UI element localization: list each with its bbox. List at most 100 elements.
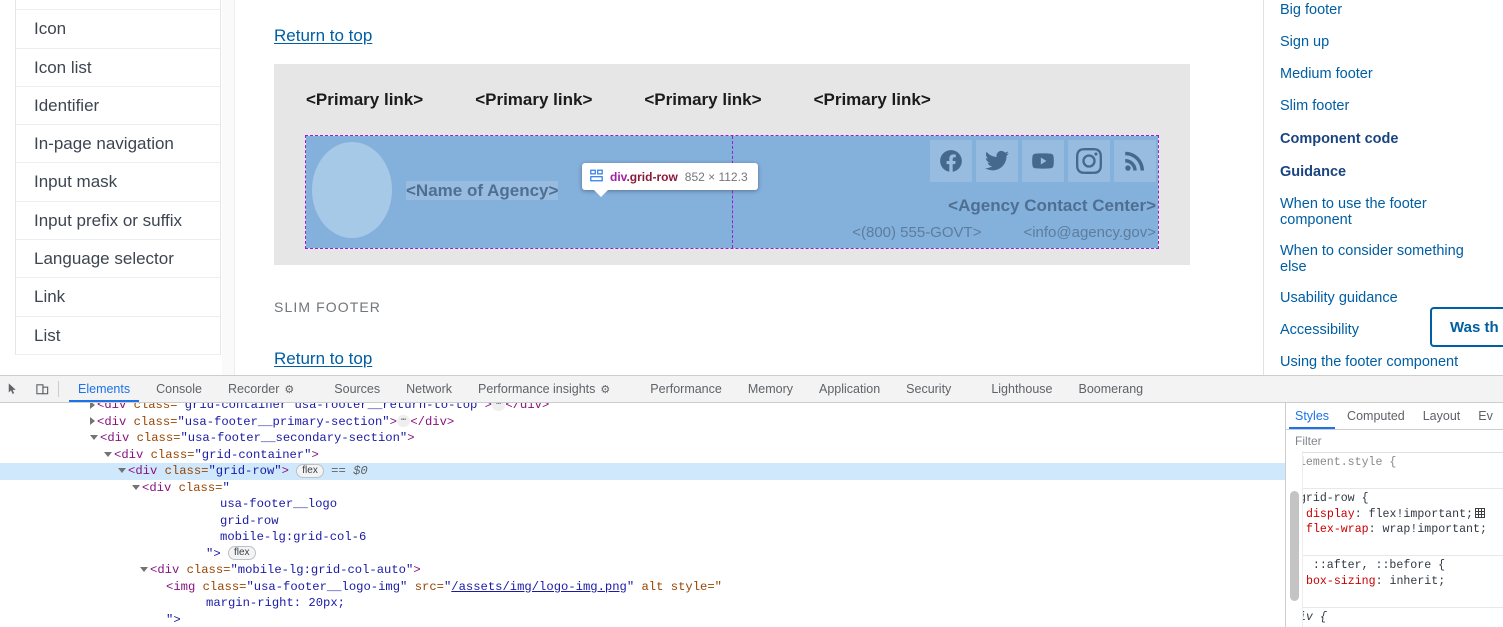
src-link[interactable]: /assets/img/logo-img.png: [451, 580, 627, 594]
rail-item-when-to-use[interactable]: When to use the footer component: [1264, 196, 1503, 228]
agency-name-text: <Name of Agency>: [406, 181, 559, 200]
collapse-triangle-icon[interactable]: [104, 451, 112, 457]
collapse-triangle-icon[interactable]: [140, 567, 148, 573]
flex-badge[interactable]: flex: [227, 546, 256, 561]
rail-item-medium-footer[interactable]: Medium footer: [1264, 66, 1503, 82]
expand-triangle-icon[interactable]: [90, 403, 95, 409]
dom-line[interactable]: <div class="usa-footer__secondary-sectio…: [0, 430, 1285, 447]
tab-performance-insights[interactable]: Performance insights ⚙: [465, 376, 623, 402]
sidebar-item-language-selector[interactable]: Language selector: [16, 240, 220, 279]
dom-line[interactable]: <div class="grid-container usa-footer__r…: [0, 403, 1285, 414]
primary-link-1[interactable]: <Primary link>: [306, 90, 423, 110]
css-rule-div[interactable]: div {: [1286, 608, 1503, 627]
rail-item-guidance[interactable]: Guidance: [1264, 164, 1503, 180]
dom-line-class-token[interactable]: mobile-lg:grid-col-6: [0, 529, 1285, 546]
tab-styles[interactable]: Styles: [1286, 403, 1338, 429]
primary-link-2[interactable]: <Primary link>: [475, 90, 592, 110]
rail-item-component-code[interactable]: Component code: [1264, 131, 1503, 147]
sidebar-item-header[interactable]: Header: [16, 0, 220, 11]
social-links-row: [930, 140, 1156, 182]
dom-line-class-token[interactable]: grid-row: [0, 513, 1285, 530]
twitter-icon[interactable]: [976, 140, 1018, 182]
tab-label: Lighthouse: [991, 382, 1053, 396]
tab-label: Security: [906, 382, 952, 396]
css-rule-element-style[interactable]: element.style { }: [1286, 453, 1503, 489]
flex-badge[interactable]: flex: [296, 463, 324, 478]
tab-computed[interactable]: Computed: [1338, 403, 1414, 429]
return-to-top-link-slim[interactable]: Return to top: [274, 349, 372, 369]
grid-overlay-toggle-icon[interactable]: [1475, 507, 1485, 518]
sidebar-item-list[interactable]: List: [16, 317, 220, 355]
rail-item-when-to-consider[interactable]: When to consider something else: [1264, 243, 1503, 275]
instagram-icon[interactable]: [1068, 140, 1110, 182]
tab-elements[interactable]: Elements: [65, 376, 143, 402]
device-toolbar-icon[interactable]: [28, 376, 56, 402]
collapse-triangle-icon[interactable]: [90, 435, 98, 441]
tab-label: Styles: [1295, 409, 1330, 423]
dom-line-class-token[interactable]: usa-footer__logo: [0, 496, 1285, 513]
toolbar-divider: [58, 381, 59, 397]
collapsed-children-icon[interactable]: ⋯: [491, 403, 506, 411]
tab-event-listeners[interactable]: Ev: [1469, 403, 1502, 429]
dom-tree[interactable]: <div class="grid-container usa-footer__r…: [0, 403, 1285, 627]
tab-layout[interactable]: Layout: [1414, 403, 1470, 429]
sidebar-item-label: In-page navigation: [34, 134, 174, 154]
sidebar-item-input-prefix-or-suffix[interactable]: Input prefix or suffix: [16, 202, 220, 241]
dom-line[interactable]: <img class="usa-footer__logo-img" src="/…: [0, 579, 1285, 596]
css-rule-grid-row[interactable]: .grid-row { display: flex!important; fle…: [1286, 489, 1503, 556]
agency-phone[interactable]: <(800) 555-GOVT>: [852, 224, 981, 241]
dom-tree-scrollbar[interactable]: [1275, 403, 1285, 627]
collapse-triangle-icon[interactable]: [118, 468, 126, 474]
tab-sources[interactable]: Sources: [321, 376, 393, 402]
css-rule-universal-box-sizing[interactable]: *, ::after, ::before { box-sizing: inher…: [1286, 556, 1503, 608]
tab-security[interactable]: Security: [893, 376, 964, 402]
dom-line[interactable]: <div class=": [0, 480, 1285, 497]
dom-line[interactable]: "> flex: [0, 546, 1285, 563]
sidebar-item-identifier[interactable]: Identifier: [16, 87, 220, 126]
tab-label: Computed: [1347, 409, 1405, 423]
footer-preview-medium: <Primary link> <Primary link> <Primary l…: [274, 64, 1190, 265]
styles-filter-input[interactable]: Filter: [1286, 430, 1503, 453]
tab-console[interactable]: Console: [143, 376, 215, 402]
dom-line[interactable]: margin-right: 20px;: [0, 595, 1285, 612]
tab-memory[interactable]: Memory: [735, 376, 806, 402]
sidebar-item-icon-list[interactable]: Icon list: [16, 49, 220, 87]
sidebar-item-input-mask[interactable]: Input mask: [16, 163, 220, 202]
dom-line-selected[interactable]: <div class="grid-row"> flex == $0: [0, 463, 1285, 480]
dom-line[interactable]: <div class="mobile-lg:grid-col-auto">: [0, 562, 1285, 579]
expand-triangle-icon[interactable]: [90, 417, 95, 426]
inspect-class-name: .grid-row: [626, 169, 678, 184]
tab-label: Ev: [1478, 409, 1493, 423]
dom-line[interactable]: <div class="grid-container">: [0, 447, 1285, 464]
rail-item-big-footer[interactable]: Big footer: [1264, 2, 1503, 18]
return-to-top-link-medium[interactable]: Return to top: [274, 26, 372, 46]
rail-item-using-the-footer-component[interactable]: Using the footer component: [1264, 354, 1503, 370]
rail-item-slim-footer[interactable]: Slim footer: [1264, 98, 1503, 114]
sidebar-item-link[interactable]: Link: [16, 278, 220, 317]
tab-recorder[interactable]: Recorder ⚙: [215, 376, 307, 402]
devtools-body: <div class="grid-container usa-footer__r…: [0, 403, 1503, 627]
primary-link-4[interactable]: <Primary link>: [814, 90, 931, 110]
facebook-icon[interactable]: [930, 140, 972, 182]
sidebar-nav: Header Icon Icon list Identifier In-page…: [15, 0, 221, 355]
youtube-icon[interactable]: [1022, 140, 1064, 182]
tab-network[interactable]: Network: [393, 376, 465, 402]
sidebar-item-in-page-navigation[interactable]: In-page navigation: [16, 125, 220, 164]
tab-boomerang[interactable]: Boomerang: [1065, 376, 1156, 402]
tab-performance[interactable]: Performance: [637, 376, 735, 402]
sidebar-item-icon[interactable]: Icon: [16, 10, 220, 49]
styles-pane-scrollbar[interactable]: [1290, 491, 1299, 601]
primary-link-3[interactable]: <Primary link>: [644, 90, 761, 110]
dom-line[interactable]: <div class="usa-footer__primary-section"…: [0, 414, 1285, 431]
rail-item-sign-up[interactable]: Sign up: [1264, 34, 1503, 50]
inspect-cursor-icon[interactable]: [0, 376, 28, 402]
agency-email[interactable]: <info@agency.gov>: [1023, 224, 1156, 241]
collapsed-children-icon[interactable]: ⋯: [396, 415, 411, 428]
rss-icon[interactable]: [1114, 140, 1156, 182]
tab-application[interactable]: Application: [806, 376, 893, 402]
feedback-button[interactable]: Was th: [1430, 307, 1503, 347]
collapse-triangle-icon[interactable]: [132, 484, 140, 490]
dom-line[interactable]: ">: [0, 612, 1285, 627]
tab-lighthouse[interactable]: Lighthouse: [978, 376, 1065, 402]
rail-item-usability-guidance[interactable]: Usability guidance: [1264, 290, 1503, 306]
